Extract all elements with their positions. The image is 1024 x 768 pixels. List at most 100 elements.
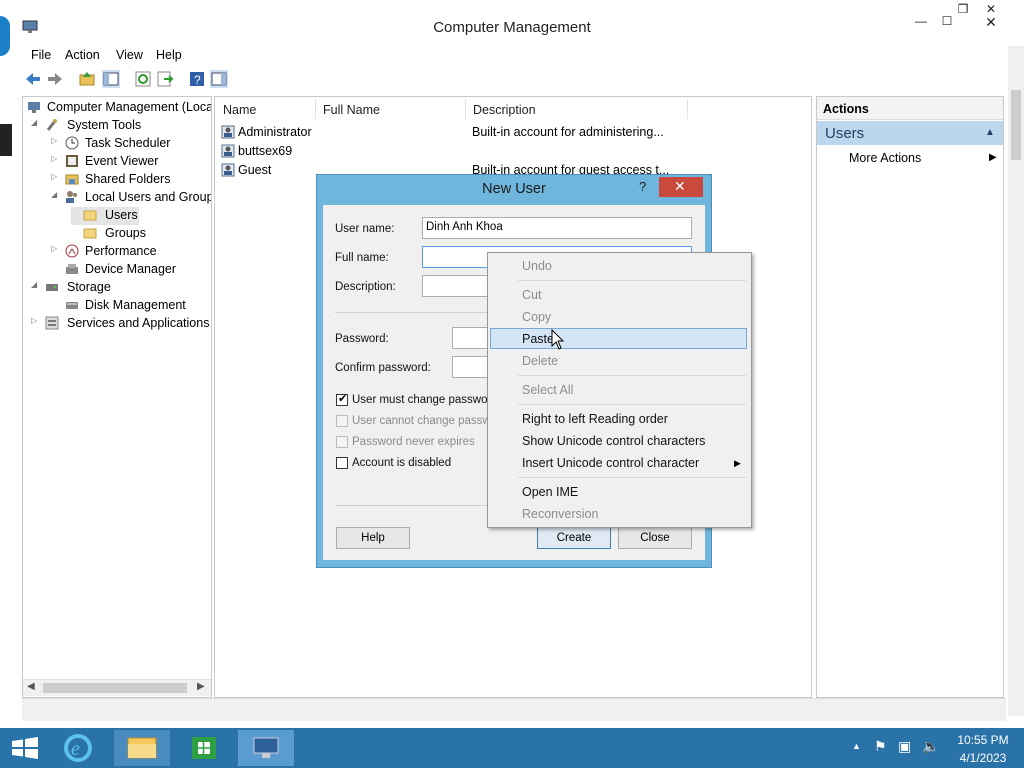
store-icon[interactable] — [176, 730, 232, 766]
console-tree: Computer Management (Local ◢ System Tool… — [22, 96, 212, 698]
menu-item-show-unicode[interactable]: Show Unicode control characters — [522, 434, 705, 448]
show-hide-tree-icon[interactable] — [102, 70, 120, 88]
menu-item-reconversion[interactable]: Reconversion — [522, 507, 598, 521]
menu-action[interactable]: Action — [65, 48, 100, 62]
maximize-button[interactable]: ☐ — [938, 14, 956, 28]
column-separator[interactable] — [315, 99, 316, 119]
column-header-full-name[interactable]: Full Name — [323, 103, 380, 117]
close-button[interactable]: Close — [618, 527, 692, 549]
close-icon[interactable]: ✕ — [982, 2, 1000, 16]
collapsed-arrow-icon[interactable]: ▷ — [51, 154, 61, 163]
user-icon — [221, 125, 235, 139]
collapse-arrow-icon[interactable]: ▲ — [985, 127, 995, 138]
scroll-left-icon[interactable]: ◀ — [27, 681, 35, 692]
expanded-arrow-icon[interactable]: ◢ — [31, 280, 41, 289]
column-separator[interactable] — [687, 99, 688, 119]
table-row[interactable]: Administrator Built-in account for admin… — [215, 124, 805, 142]
menu-item-open-ime[interactable]: Open IME — [522, 485, 578, 499]
menu-view[interactable]: View — [116, 48, 143, 62]
restore-icon[interactable]: ❐ — [954, 2, 972, 16]
scrollbar-thumb[interactable] — [1011, 90, 1021, 160]
submenu-arrow-icon: ▶ — [989, 152, 997, 163]
username-input[interactable]: Dinh Anh Khoa — [422, 217, 692, 239]
close-icon: ✕ — [674, 178, 686, 194]
scroll-right-icon[interactable]: ▶ — [197, 681, 205, 692]
column-header-name[interactable]: Name — [223, 103, 256, 117]
close-window-button[interactable]: ✕ — [982, 14, 1000, 31]
clock-date[interactable]: 4/1/2023 — [948, 751, 1018, 765]
submenu-arrow-icon: ▶ — [734, 458, 741, 468]
collapsed-arrow-icon[interactable]: ▷ — [31, 316, 41, 325]
computer-management-taskbar-icon[interactable] — [238, 730, 294, 766]
show-hide-action-pane-icon[interactable] — [210, 70, 228, 88]
forward-arrow-icon[interactable] — [46, 70, 64, 88]
must-change-password-label[interactable]: User must change password — [352, 394, 498, 406]
expanded-arrow-icon[interactable]: ◢ — [31, 118, 41, 127]
menu-separator — [518, 404, 746, 405]
must-change-password-checkbox[interactable]: ✔ — [336, 393, 348, 406]
window-title: Computer Management — [433, 19, 591, 36]
start-windows-icon[interactable] — [0, 730, 50, 766]
menu-item-copy[interactable]: Copy — [522, 310, 551, 324]
up-folder-icon[interactable] — [78, 70, 96, 88]
expanded-arrow-icon[interactable]: ◢ — [51, 190, 61, 199]
back-arrow-icon[interactable] — [24, 70, 42, 88]
file-explorer-icon[interactable] — [114, 730, 170, 766]
network-icon[interactable]: ▣ — [898, 738, 911, 755]
help-button[interactable]: Help — [336, 527, 410, 549]
context-menu: Undo Cut Copy Paste Delete Select All Ri… — [487, 252, 752, 528]
computer-management-icon — [28, 102, 40, 113]
internet-explorer-icon[interactable]: e — [50, 730, 106, 766]
mouse-cursor-icon — [551, 329, 565, 350]
actions-section-users[interactable]: Users ▲ — [817, 121, 1003, 145]
action-center-flag-icon[interactable]: ⚑ — [874, 738, 887, 755]
menu-item-undo[interactable]: Undo — [522, 259, 552, 273]
vertical-scrollbar[interactable] — [1008, 46, 1024, 716]
scrollbar-thumb[interactable] — [43, 683, 187, 693]
device-manager-icon — [66, 264, 78, 274]
password-never-expires-checkbox[interactable] — [336, 436, 348, 448]
menu-separator — [518, 280, 746, 281]
confirm-password-label: Confirm password: — [335, 362, 431, 374]
column-separator[interactable] — [465, 99, 466, 119]
export-list-icon[interactable] — [156, 70, 174, 88]
menu-item-select-all[interactable]: Select All — [522, 383, 573, 397]
account-disabled-checkbox[interactable] — [336, 457, 348, 469]
description-label: Description: — [335, 281, 396, 293]
tree-horizontal-scrollbar[interactable]: ◀ ▶ — [23, 679, 211, 696]
menu-item-cut[interactable]: Cut — [522, 288, 541, 302]
dialog-close-button[interactable]: ✕ — [659, 177, 703, 197]
collapsed-arrow-icon[interactable]: ▷ — [51, 244, 61, 253]
tools-icon — [46, 119, 57, 131]
menu-separator — [518, 477, 746, 478]
menu-file[interactable]: File — [31, 48, 51, 62]
user-icon — [221, 163, 235, 177]
collapsed-arrow-icon[interactable]: ▷ — [51, 136, 61, 145]
menu-bar: File Action View Help — [22, 44, 1006, 66]
help-icon[interactable]: ? — [188, 70, 206, 88]
user-icon — [221, 144, 235, 158]
menu-item-delete[interactable]: Delete — [522, 354, 558, 368]
menu-item-rtl-reading-order[interactable]: Right to left Reading order — [522, 412, 668, 426]
clock-time[interactable]: 10:55 PM — [948, 733, 1018, 747]
background-window-edge — [0, 124, 12, 156]
volume-muted-icon[interactable]: 🔈 — [922, 738, 939, 755]
account-disabled-label[interactable]: Account is disabled — [352, 457, 451, 469]
menu-help[interactable]: Help — [156, 48, 182, 62]
show-hidden-icons-icon[interactable]: ▲ — [852, 741, 861, 751]
minimize-button[interactable]: — — [912, 14, 930, 28]
collapsed-arrow-icon[interactable]: ▷ — [51, 172, 61, 181]
dialog-title: New User — [482, 181, 546, 197]
table-row[interactable]: buttsex69 — [215, 143, 805, 161]
actions-header: Actions — [817, 97, 1003, 120]
refresh-icon[interactable] — [134, 70, 152, 88]
cannot-change-password-checkbox[interactable] — [336, 415, 348, 427]
tree-item-users[interactable]: Users — [71, 207, 139, 225]
column-header-description[interactable]: Description — [473, 103, 536, 117]
menu-item-insert-unicode[interactable]: Insert Unicode control character — [522, 456, 699, 470]
create-button[interactable]: Create — [537, 527, 611, 549]
menu-item-paste[interactable]: Paste — [522, 332, 554, 346]
taskbar: e ▲ ⚑ ▣ 🔈 — [0, 728, 1024, 768]
more-actions-item[interactable]: More Actions — [849, 151, 921, 165]
dialog-help-icon[interactable]: ? — [639, 179, 646, 194]
